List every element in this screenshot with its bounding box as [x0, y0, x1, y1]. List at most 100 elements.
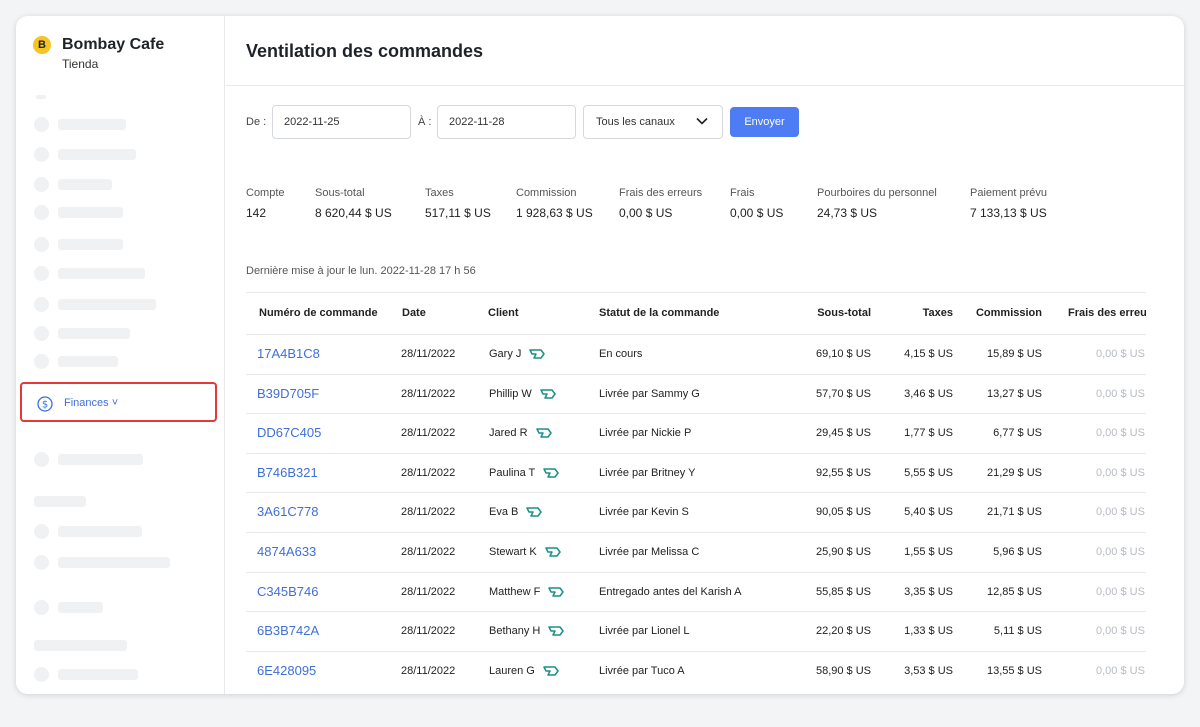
taxes-cell: 4,15 $ US: [904, 348, 953, 360]
stat-value: 0,00 $ US: [619, 206, 673, 220]
subtotal-cell: 25,90 $ US: [815, 546, 871, 558]
channel-select[interactable]: Tous les canaux: [583, 105, 723, 139]
order-status: Livrée par Sammy G: [599, 387, 700, 400]
order-date: 28/11/2022: [401, 625, 456, 638]
subtotal-cell: 29,45 $ US: [815, 427, 871, 440]
commission-cell: 13,27 $ US: [986, 387, 1042, 400]
from-date-label: De :: [246, 116, 267, 128]
subtotal-cell: 58,90 $ US: [815, 664, 871, 677]
order-number-link[interactable]: C345B746: [257, 584, 318, 599]
client-cell: Bethany H: [489, 625, 565, 637]
error-fee-cell: 0,00 $ US: [1096, 506, 1145, 519]
order-status: Entregado antes del Karish A: [599, 585, 742, 598]
to-date-input[interactable]: 2022-11-28: [437, 105, 576, 139]
column-header-taxes[interactable]: Taxes: [883, 307, 953, 319]
table-row[interactable]: 3A61C778 28/11/2022 Eva B Livrée par Kevin …: [246, 492, 1146, 532]
column-header-commission[interactable]: Commission: [952, 307, 1042, 319]
table-row[interactable]: 4874A633 28/11/2022 Stewart K Livrée par Me…: [246, 532, 1146, 572]
stat-label: Compte: [246, 187, 285, 199]
stat-value: 8 620,44 $ US: [315, 206, 392, 220]
order-number-link[interactable]: 3A61C778: [257, 504, 318, 519]
client-name: Phillip W: [489, 387, 532, 400]
error-fee-cell: 0,00 $ US: [1096, 546, 1145, 558]
submit-button[interactable]: Envoyer: [730, 107, 799, 137]
order-number-link[interactable]: DD67C405: [257, 425, 321, 440]
client-cell: Phillip W: [489, 388, 556, 400]
subtotal-cell: 90,05 $ US: [815, 506, 871, 519]
commission-cell: 15,89 $ US: [986, 348, 1042, 360]
placeholder-icon: [34, 667, 49, 682]
column-header-status[interactable]: Statut de la commande: [599, 307, 719, 319]
placeholder-icon: [34, 524, 49, 539]
subtotal-cell: 55,85 $ US: [815, 585, 871, 598]
order-date: 28/11/2022: [401, 506, 456, 519]
channel-select-value: Tous les canaux: [596, 116, 675, 128]
table-row[interactable]: B746B321 28/11/2022 Paulina T Livrée par Br…: [246, 452, 1146, 493]
client-name: Matthew F: [489, 585, 541, 598]
taxes-cell: 5,40 $ US: [904, 506, 953, 519]
sidebar-item-finances[interactable]: $ Finances ˅: [20, 382, 217, 422]
order-date: 28/11/2022: [401, 585, 456, 598]
stat-label: Frais des erreurs: [619, 187, 703, 199]
order-status: En cours: [599, 348, 643, 360]
commission-cell: 6,77 $ US: [993, 427, 1042, 440]
placeholder-icon: [34, 205, 49, 220]
table-divider: [246, 292, 1146, 293]
order-status: Livrée par Tuco A: [599, 664, 685, 677]
placeholder-icon: [34, 326, 49, 341]
delivery-icon: [535, 428, 552, 439]
client-name: Paulina T: [489, 466, 536, 479]
taxes-cell: 3,35 $ US: [904, 585, 953, 598]
client-cell: Paulina T: [489, 466, 560, 479]
order-date: 28/11/2022: [401, 664, 456, 677]
table-row[interactable]: B39D705F 28/11/2022 Phillip W Livrée par Sa…: [246, 373, 1146, 414]
column-header-error-fees[interactable]: Frais des erreur: [1068, 307, 1146, 319]
table-row[interactable]: 6E428095 28/11/2022 Lauren G Livrée par Tuc…: [246, 650, 1146, 691]
order-status: Livrée par Nickie P: [599, 427, 692, 440]
placeholder-icon: [34, 354, 49, 369]
client-name: Gary J: [489, 348, 522, 360]
error-fee-cell: 0,00 $ US: [1096, 625, 1145, 638]
taxes-cell: 5,55 $ US: [904, 466, 953, 479]
table-row[interactable]: 17A4B1C8 28/11/2022 Gary J En cours 69,10 $ …: [246, 334, 1146, 374]
table-row[interactable]: C345B746 28/11/2022 Matthew F Entregado ant…: [246, 571, 1146, 612]
client-name: Jared R: [489, 427, 528, 440]
column-header-client[interactable]: Client: [488, 307, 519, 319]
commission-cell: 12,85 $ US: [986, 585, 1042, 598]
order-status: Livrée par Britney Y: [599, 466, 696, 479]
placeholder-icon: [34, 117, 49, 132]
order-number-link[interactable]: 17A4B1C8: [257, 346, 320, 361]
placeholder-icon: [34, 237, 49, 252]
table-row[interactable]: 6B3B742A 28/11/2022 Bethany H Livrée par Li…: [246, 611, 1146, 651]
order-number-link[interactable]: 6E428095: [257, 663, 316, 678]
client-cell: Lauren G: [489, 665, 559, 677]
orders-table: Numéro de commande Date Client Statut de…: [246, 292, 1146, 694]
order-date: 28/11/2022: [401, 387, 456, 400]
placeholder-icon: [34, 177, 49, 192]
column-header-date[interactable]: Date: [402, 307, 426, 319]
order-date: 28/11/2022: [401, 348, 456, 360]
stat-value: 142: [246, 206, 267, 220]
delivery-icon: [548, 626, 565, 637]
from-date-input[interactable]: 2022-11-25: [272, 105, 411, 139]
commission-cell: 13,55 $ US: [986, 664, 1042, 677]
client-name: Eva B: [489, 506, 519, 519]
order-number-link[interactable]: B746B321: [257, 465, 318, 480]
subtotal-cell: 22,20 $ US: [815, 625, 871, 638]
order-number-link[interactable]: 4874A633: [257, 544, 316, 559]
order-number-link[interactable]: B39D705F: [257, 386, 319, 401]
error-fee-cell: 0,00 $ US: [1096, 348, 1145, 360]
header-divider: [226, 85, 1184, 86]
placeholder-icon: [34, 297, 49, 312]
order-date: 28/11/2022: [401, 466, 456, 479]
client-cell: Gary J: [489, 348, 546, 360]
column-header-order-number[interactable]: Numéro de commande: [259, 307, 378, 319]
client-name: Lauren G: [489, 664, 535, 677]
error-fee-cell: 0,00 $ US: [1096, 387, 1145, 400]
sidebar-placeholder: [36, 95, 46, 99]
subtotal-cell: 92,55 $ US: [815, 466, 871, 479]
column-header-subtotal[interactable]: Sous-total: [771, 307, 871, 319]
order-number-link[interactable]: 6B3B742A: [257, 623, 319, 638]
table-row[interactable]: DD67C405 28/11/2022 Jared R Livrée par Nick…: [246, 413, 1146, 453]
app-window: B Bombay Cafe Tienda $ Finances ˅ Ventil…: [16, 16, 1184, 694]
